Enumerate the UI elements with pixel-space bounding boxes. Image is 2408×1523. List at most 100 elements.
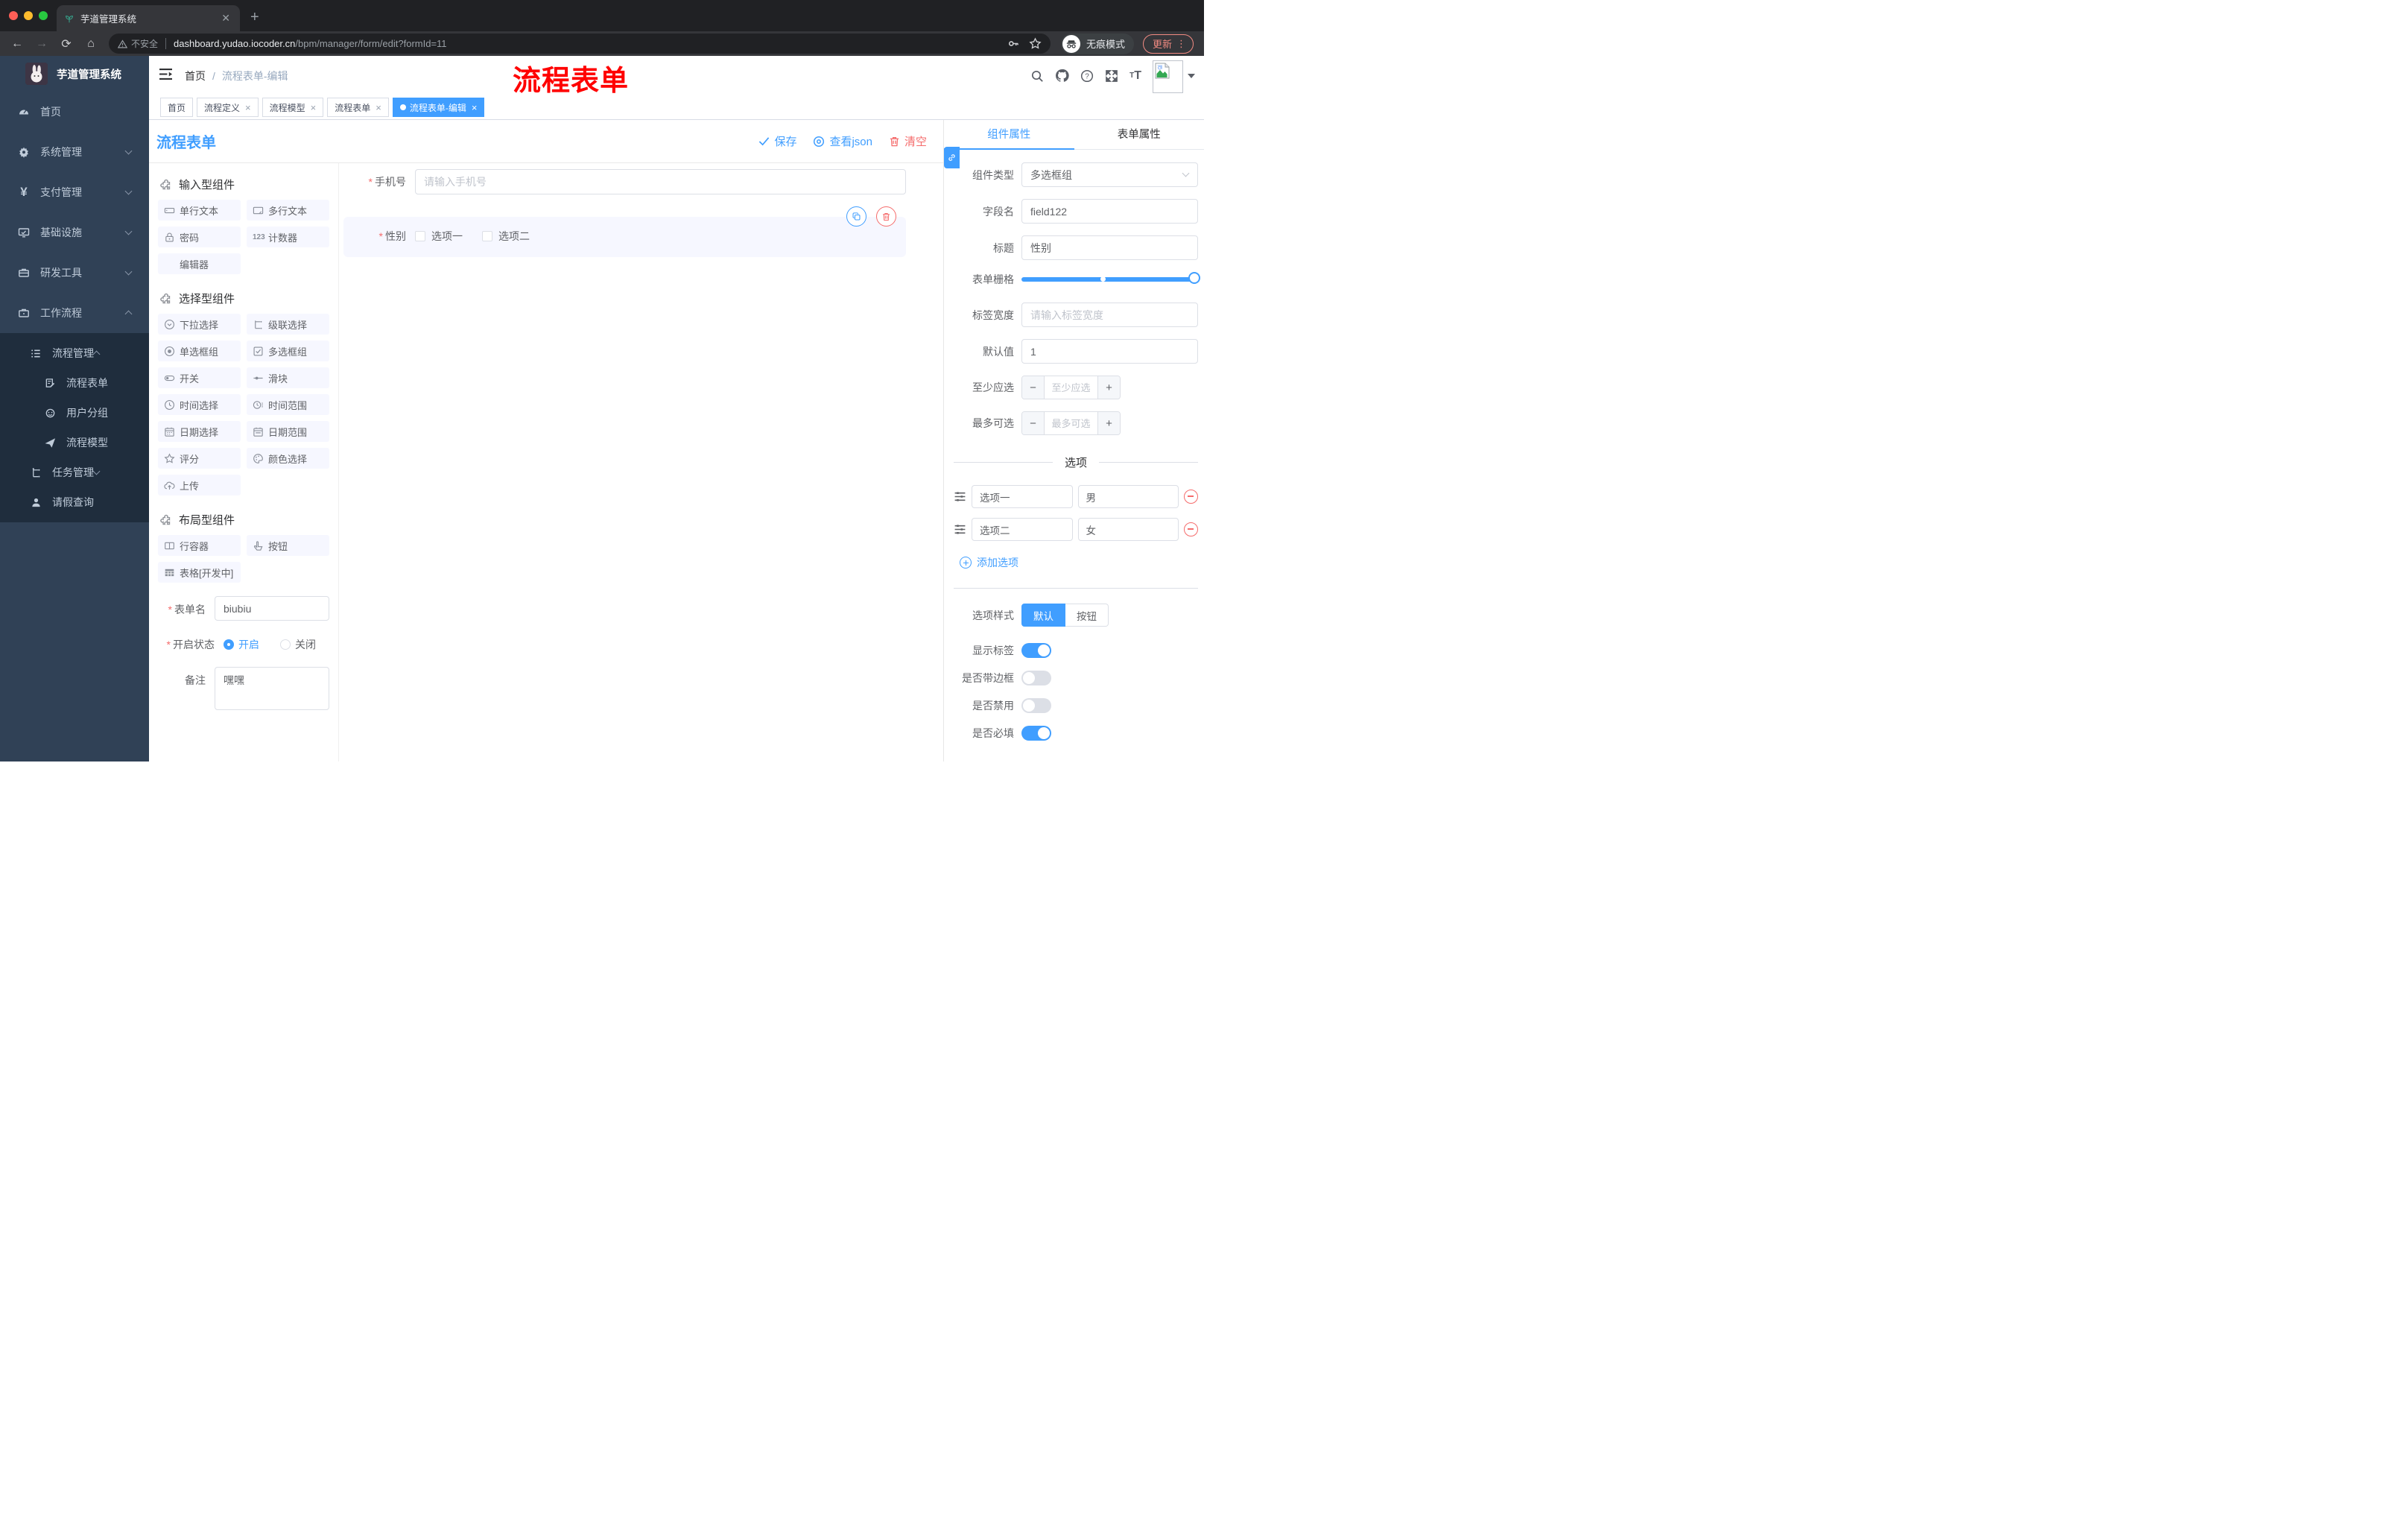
reload-button[interactable]: ⟳: [59, 37, 74, 51]
drag-handle-icon[interactable]: [954, 490, 966, 503]
sidebar-item-devtools[interactable]: 研发工具: [0, 253, 149, 293]
component-cascader[interactable]: 级联选择: [247, 314, 329, 335]
tag-process-definition[interactable]: 流程定义 ×: [197, 98, 259, 117]
fullscreen-icon[interactable]: [1105, 69, 1118, 83]
avatar-caret-icon[interactable]: [1188, 73, 1195, 78]
sidebar-item-home[interactable]: 首页: [0, 92, 149, 132]
help-icon[interactable]: ?: [1080, 69, 1094, 83]
collapse-sidebar-icon[interactable]: [159, 68, 173, 80]
field-name-input[interactable]: [1021, 199, 1198, 224]
view-json-button[interactable]: 查看json: [813, 133, 872, 149]
sidebar-item-task-mgmt[interactable]: 任务管理: [0, 457, 149, 487]
max-select-input[interactable]: [1045, 412, 1097, 434]
component-row-container[interactable]: 行容器: [158, 535, 241, 556]
style-default-button[interactable]: 默认: [1021, 604, 1065, 627]
option-value-input[interactable]: [1077, 485, 1179, 508]
default-value-input[interactable]: [1021, 339, 1198, 364]
phone-input[interactable]: [415, 169, 906, 194]
component-editor[interactable]: 编辑器: [158, 253, 241, 274]
security-warning-icon[interactable]: 不安全: [118, 37, 158, 50]
stepper-decrease-button[interactable]: −: [1022, 376, 1045, 399]
min-select-input[interactable]: [1045, 376, 1097, 399]
search-icon[interactable]: [1030, 69, 1044, 83]
component-counter[interactable]: 123 计数器: [247, 227, 329, 247]
checkbox-option-1[interactable]: 选项一: [415, 229, 463, 244]
option-label-input[interactable]: [972, 485, 1073, 508]
component-checkbox-group[interactable]: 多选框组: [247, 341, 329, 361]
sidebar-item-workflow[interactable]: 工作流程: [0, 293, 149, 333]
minimize-window-button[interactable]: [24, 11, 33, 20]
password-key-icon[interactable]: [1007, 37, 1020, 50]
component-multi-line-text[interactable]: 多行文本: [247, 200, 329, 221]
browser-update-button[interactable]: 更新 ⋮: [1142, 34, 1194, 54]
stepper-increase-button[interactable]: +: [1097, 376, 1120, 399]
component-button[interactable]: 按钮: [247, 535, 329, 556]
label-width-input[interactable]: [1021, 303, 1198, 327]
title-input[interactable]: [1021, 235, 1198, 260]
tag-home[interactable]: 首页: [160, 98, 194, 117]
clear-button[interactable]: 清空: [889, 133, 927, 149]
form-name-input[interactable]: [215, 596, 329, 621]
component-table-dev[interactable]: 表格[开发中]: [158, 562, 241, 583]
component-single-line-text[interactable]: 单行文本: [158, 200, 241, 221]
radio-off-label[interactable]: 关闭: [295, 637, 316, 652]
stepper-increase-button[interactable]: +: [1097, 412, 1120, 434]
avatar[interactable]: [1153, 60, 1183, 93]
tag-close-icon[interactable]: ×: [311, 102, 317, 113]
tag-process-form-edit[interactable]: 流程表单-编辑 ×: [392, 98, 485, 117]
canvas-field-phone[interactable]: * 手机号: [343, 169, 906, 194]
grid-span-slider[interactable]: [1021, 272, 1200, 284]
component-type-select[interactable]: 多选框组: [1021, 162, 1198, 187]
show-label-toggle[interactable]: [1021, 643, 1051, 658]
forward-button[interactable]: →: [34, 37, 49, 51]
sidebar-item-process-mgmt[interactable]: 流程管理: [0, 338, 149, 368]
remove-option-button[interactable]: [1184, 522, 1198, 536]
tag-close-icon[interactable]: ×: [472, 102, 478, 113]
tab-component-props[interactable]: 组件属性: [944, 120, 1074, 149]
browser-tab[interactable]: 芋道管理系统 ✕: [57, 5, 240, 31]
checkbox-box[interactable]: [415, 231, 425, 241]
tag-close-icon[interactable]: ×: [245, 102, 251, 113]
component-color-picker[interactable]: 颜色选择: [247, 448, 329, 469]
save-button[interactable]: 保存: [758, 133, 796, 149]
disabled-toggle[interactable]: [1021, 698, 1051, 713]
form-remark-textarea[interactable]: 嘿嘿: [215, 667, 329, 710]
component-select[interactable]: 下拉选择: [158, 314, 241, 335]
component-rate[interactable]: 评分: [158, 448, 241, 469]
component-date-picker[interactable]: 日期选择: [158, 421, 241, 442]
sidebar-item-pay[interactable]: ¥ 支付管理: [0, 172, 149, 212]
bookmark-star-icon[interactable]: [1029, 37, 1042, 50]
tag-close-icon[interactable]: ×: [376, 102, 381, 113]
font-size-icon[interactable]: TT: [1129, 69, 1141, 83]
sidebar-item-process-model[interactable]: 流程模型: [0, 428, 149, 457]
sidebar-item-process-form[interactable]: 流程表单: [0, 368, 149, 398]
home-button[interactable]: ⌂: [83, 37, 98, 51]
sidebar-item-infra[interactable]: 基础设施: [0, 212, 149, 253]
component-radio-group[interactable]: 单选框组: [158, 341, 241, 361]
sidebar-item-system[interactable]: 系统管理: [0, 132, 149, 172]
selected-component-gender[interactable]: * 性别 选项一 选项二: [343, 206, 906, 257]
checkbox-box[interactable]: [482, 231, 492, 241]
tag-process-form[interactable]: 流程表单 ×: [327, 98, 389, 117]
breadcrumb-home-link[interactable]: 首页: [185, 69, 206, 83]
component-time-picker[interactable]: 时间选择: [158, 394, 241, 415]
new-tab-button[interactable]: +: [250, 7, 259, 27]
stepper-decrease-button[interactable]: −: [1022, 412, 1045, 434]
slider-handle[interactable]: [1188, 272, 1200, 284]
radio-status-on[interactable]: [224, 639, 234, 650]
tab-form-props[interactable]: 表单属性: [1074, 120, 1205, 149]
tag-process-model[interactable]: 流程模型 ×: [262, 98, 324, 117]
component-date-range[interactable]: 日期范围: [247, 421, 329, 442]
required-toggle[interactable]: [1021, 726, 1051, 741]
sidebar-item-leave-query[interactable]: 请假查询: [0, 487, 149, 517]
component-switch[interactable]: 开关: [158, 367, 241, 388]
style-button-button[interactable]: 按钮: [1065, 604, 1109, 627]
sidebar-item-user-group[interactable]: 用户分组: [0, 398, 149, 428]
drag-handle-icon[interactable]: [954, 523, 966, 536]
form-canvas[interactable]: *手机号 *性别 选项一 选项二: [339, 163, 943, 762]
option-label-input[interactable]: [972, 518, 1073, 541]
address-bar[interactable]: 不安全 dashboard.yudao.iocoder.cn/bpm/manag…: [109, 34, 1051, 54]
border-toggle[interactable]: [1021, 671, 1051, 685]
checkbox-option-2[interactable]: 选项二: [482, 229, 530, 244]
option-value-input[interactable]: [1077, 518, 1179, 541]
